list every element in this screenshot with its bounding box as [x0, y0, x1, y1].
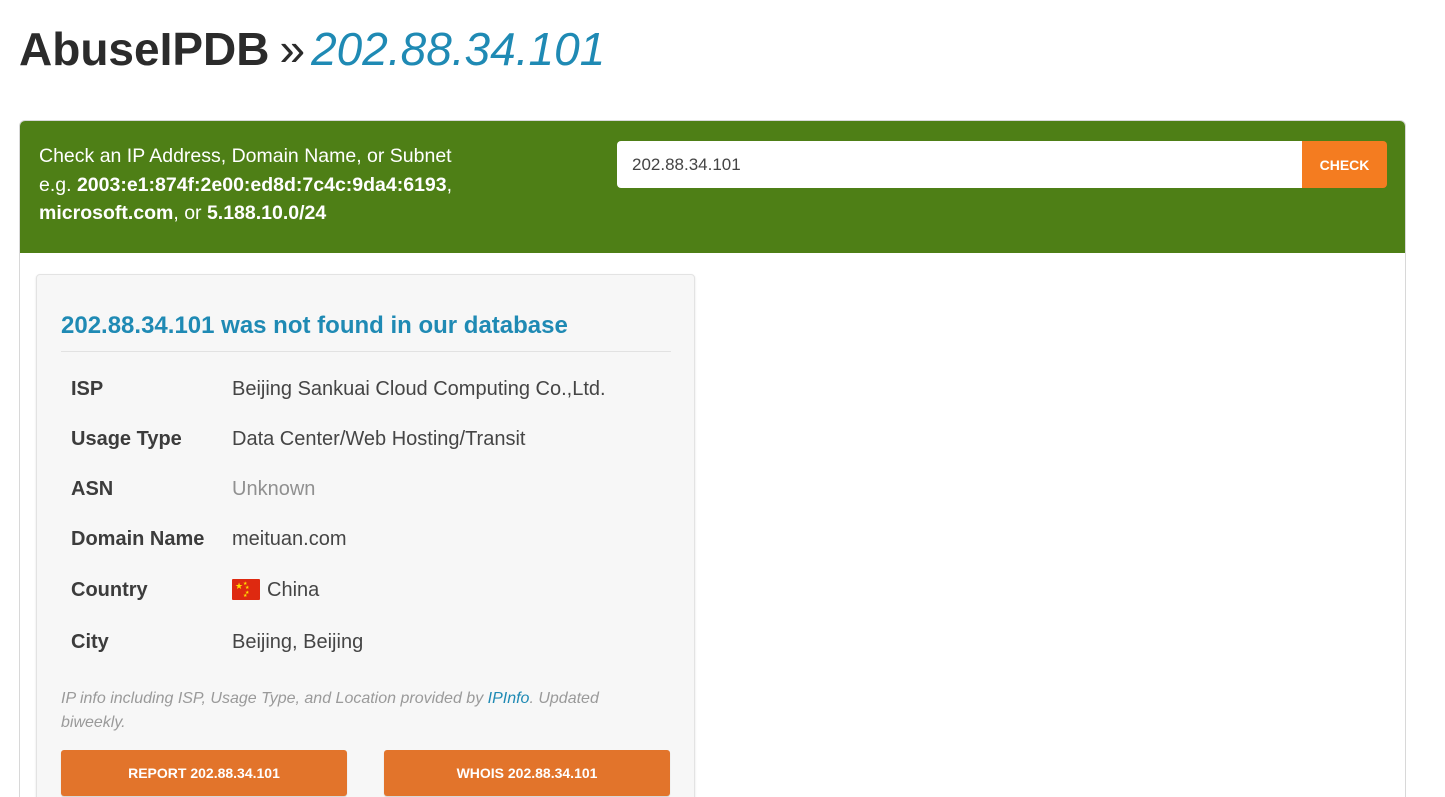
- report-ip-button[interactable]: REPORT 202.88.34.101: [61, 750, 347, 796]
- example-domain: microsoft.com: [39, 202, 174, 224]
- search-bar: Check an IP Address, Domain Name, or Sub…: [20, 121, 1405, 253]
- china-flag-icon: ★ ★ ★ ★ ★: [232, 578, 260, 600]
- ipinfo-link[interactable]: IPInfo: [488, 690, 530, 707]
- row-label: City: [71, 630, 109, 653]
- result-status: was not found in our database: [214, 312, 568, 339]
- search-help-text: Check an IP Address, Domain Name, or Sub…: [39, 142, 452, 228]
- search-help-line: Check an IP Address, Domain Name, or Sub…: [39, 145, 452, 167]
- search-examples: e.g. 2003:e1:874f:2e00:ed8d:7c4c:9da4:61…: [39, 171, 452, 200]
- site-name: AbuseIPDB: [19, 23, 270, 75]
- table-row-asn: ASN Unknown: [61, 464, 671, 514]
- eg-prefix: e.g.: [39, 173, 77, 196]
- divider: [61, 351, 671, 352]
- example-comma: ,: [446, 173, 453, 196]
- example-or: , or: [173, 202, 207, 224]
- title-separator: »: [279, 23, 306, 75]
- ip-info-table: ISP Beijing Sankuai Cloud Computing Co.,…: [61, 364, 671, 668]
- title-ip: 202.88.34.101: [311, 23, 606, 75]
- country-cell: ★ ★ ★ ★ ★ China: [232, 564, 671, 616]
- isp-value: Beijing Sankuai Cloud Computing Co.,Ltd.: [232, 377, 606, 400]
- table-row-usage-type: Usage Type Data Center/Web Hosting/Trans…: [61, 414, 671, 464]
- whois-button[interactable]: WHOIS 202.88.34.101: [384, 750, 670, 796]
- row-label: Country: [71, 578, 148, 601]
- result-card: 202.88.34.101 was not found in our datab…: [36, 274, 695, 797]
- example-subnet: 5.188.10.0/24: [206, 202, 327, 224]
- result-ip: 202.88.34.101: [61, 312, 215, 339]
- table-row-country: Country ★ ★ ★ ★ ★ China: [61, 564, 671, 616]
- country-value: China: [267, 578, 320, 601]
- row-label: Usage Type: [71, 427, 182, 450]
- search-examples-line2: microsoft.com, or 5.188.10.0/24: [39, 199, 452, 228]
- example-ipv6: 2003:e1:874f:2e00:ed8d:7c4c:9da4:6193: [76, 173, 447, 196]
- attribution-note: IP info including ISP, Usage Type, and L…: [61, 687, 661, 735]
- usage-type-value: Data Center/Web Hosting/Transit: [232, 427, 526, 450]
- domain-name-value: meituan.com: [232, 527, 347, 550]
- table-row-domain-name: Domain Name meituan.com: [61, 514, 671, 564]
- row-label: ISP: [71, 377, 104, 400]
- search-input[interactable]: [617, 141, 1302, 188]
- search-form: CHECK: [617, 141, 1387, 188]
- table-row-isp: ISP Beijing Sankuai Cloud Computing Co.,…: [61, 364, 671, 414]
- row-label: ASN: [71, 477, 114, 500]
- check-button[interactable]: CHECK: [1302, 141, 1387, 188]
- attribution-prefix: IP info including ISP, Usage Type, and L…: [61, 690, 488, 707]
- result-heading: 202.88.34.101 was not found in our datab…: [61, 311, 568, 341]
- row-label: Domain Name: [71, 527, 205, 550]
- page-title: AbuseIPDB» 202.88.34.101: [19, 22, 605, 76]
- table-row-city: City Beijing, Beijing: [61, 616, 671, 668]
- lookup-panel: Check an IP Address, Domain Name, or Sub…: [19, 120, 1406, 797]
- asn-value: Unknown: [232, 477, 316, 500]
- city-value: Beijing, Beijing: [232, 630, 364, 653]
